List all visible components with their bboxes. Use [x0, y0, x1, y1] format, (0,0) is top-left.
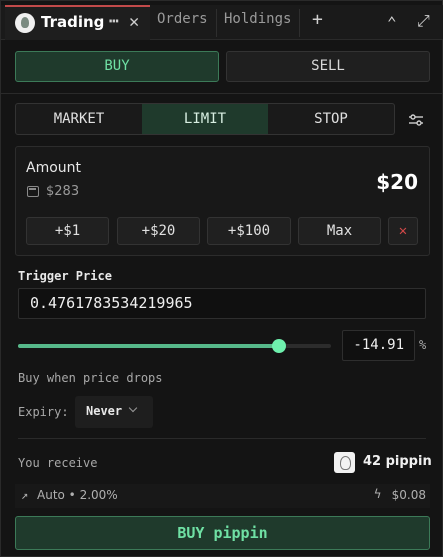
slippage-setting[interactable]: Auto • 2.00% [37, 488, 118, 502]
tab-bar: Trading ⋯ ✕ Orders Holdings + ⌃ ⤢ [1, 5, 443, 40]
trigger-price-label: Trigger Price [18, 269, 112, 283]
order-type-limit[interactable]: LIMIT [142, 104, 268, 134]
sell-toggle[interactable]: SELL [226, 51, 430, 82]
percent-sign: % [419, 338, 427, 352]
amount-label: Amount [26, 160, 82, 176]
quick-amount-20[interactable]: +$20 [117, 217, 200, 245]
more-options-icon[interactable]: ⋯ [109, 11, 119, 30]
tab-divider [216, 9, 217, 37]
trade-meta-row: ↗ Auto • 2.00% ϟ $0.08 [15, 484, 430, 508]
wallet-balance: $283 [46, 184, 80, 199]
token-logo-icon [15, 13, 35, 33]
amount-card: Amount $283 $20 +$1 +$20 +$100 Max ✕ [15, 146, 430, 256]
trigger-slider-handle[interactable] [272, 339, 287, 353]
receive-amount: 42 pippin [363, 454, 432, 469]
priority-fee[interactable]: $0.08 [392, 488, 426, 502]
token-icon [334, 452, 355, 473]
trading-panel: Trading ⋯ ✕ Orders Holdings + ⌃ ⤢ BUY SE… [0, 0, 443, 557]
quick-amount-100[interactable]: +$100 [207, 217, 291, 245]
sliders-settings-icon[interactable] [407, 111, 425, 129]
close-tab-icon[interactable]: ✕ [129, 12, 139, 32]
receive-label: You receive [18, 456, 98, 470]
trigger-slider-fill [18, 344, 280, 348]
amount-value[interactable]: $20 [376, 170, 418, 194]
buy-toggle[interactable]: BUY [15, 51, 219, 82]
trigger-hint: Buy when price drops [18, 371, 163, 385]
clear-amount-button[interactable]: ✕ [388, 217, 418, 245]
expand-icon[interactable]: ⤢ [417, 11, 430, 31]
quick-amount-1[interactable]: +$1 [26, 217, 109, 245]
submit-buy-button[interactable]: BUY pippin [15, 516, 430, 550]
expiry-select[interactable]: Never [75, 396, 153, 428]
trigger-price-input[interactable]: 0.4761783534219965 [18, 288, 426, 319]
order-type-stop[interactable]: STOP [268, 104, 394, 134]
trigger-slider[interactable] [18, 339, 331, 353]
tab-holdings[interactable]: Holdings [224, 11, 291, 27]
wallet-icon [27, 186, 39, 197]
trend-up-icon: ↗ [21, 488, 29, 502]
tab-trading-label: Trading [41, 13, 105, 31]
section-divider [18, 438, 426, 439]
quick-amount-max[interactable]: Max [298, 217, 381, 245]
expiry-value: Never [86, 404, 123, 418]
collapse-icon[interactable]: ⌃ [387, 13, 397, 32]
tab-trading[interactable]: Trading ⋯ ✕ [5, 5, 150, 40]
tab-orders[interactable]: Orders [157, 11, 208, 27]
chevron-down-icon [128, 403, 138, 413]
tab-divider [299, 9, 300, 37]
bolt-icon: ϟ [374, 487, 382, 501]
section-divider [1, 93, 443, 94]
order-type-market[interactable]: MARKET [16, 104, 142, 134]
order-type-selector: MARKET LIMIT STOP [15, 103, 395, 135]
trigger-percent-input[interactable]: -14.91 [342, 330, 415, 361]
add-tab-icon[interactable]: + [312, 9, 323, 30]
expiry-label: Expiry: [18, 405, 69, 419]
